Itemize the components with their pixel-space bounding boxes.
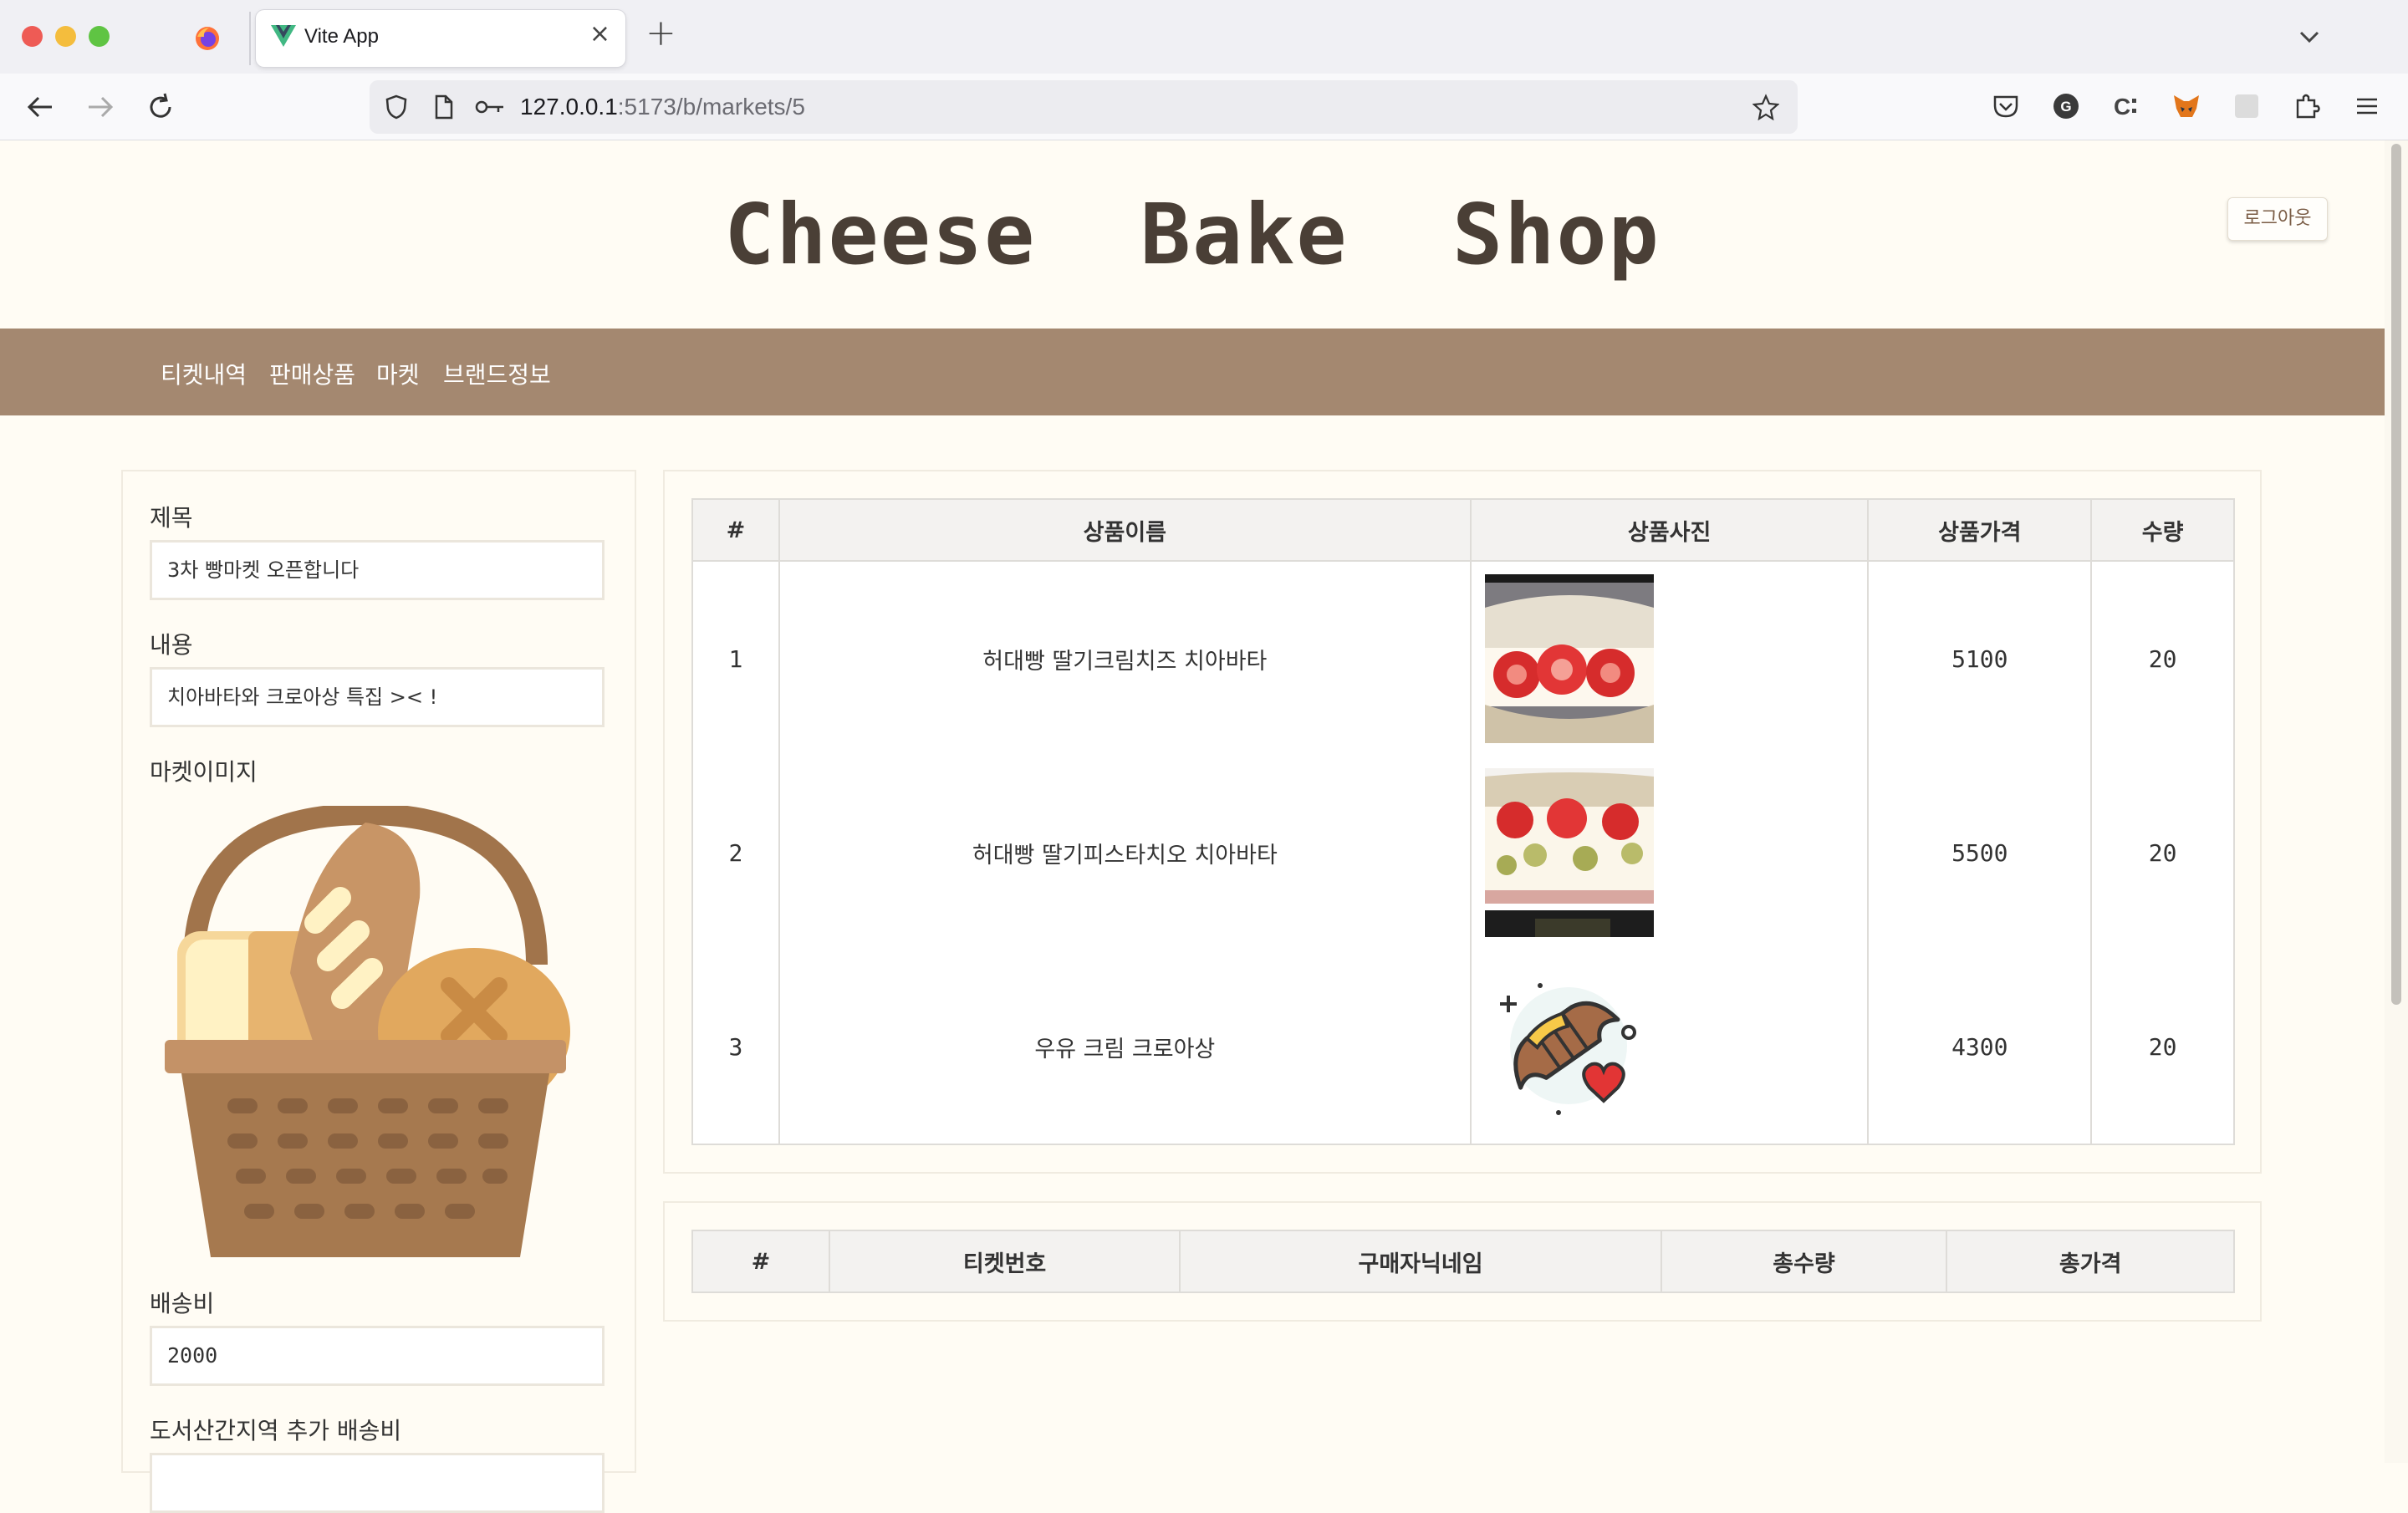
menu-item-products[interactable]: 판매상품: [269, 357, 355, 390]
chevron-down-icon[interactable]: [2294, 22, 2324, 52]
product-qty: 20: [2090, 950, 2235, 1145]
col-header-price: 상품가격: [1867, 498, 2093, 562]
product-photo-cell: [1469, 950, 1870, 1145]
market-image-label: 마켓이미지: [150, 758, 258, 786]
url-host: 127.0.0.1: [520, 94, 618, 120]
tab-vite-app[interactable]: Vite App ×: [256, 10, 625, 67]
row-no: 1: [691, 561, 780, 756]
product-table-card: # 상품이름 상품사진 상품가격 수량 1 허대빵 딸기크림치즈 치아바타 51…: [663, 470, 2262, 1174]
product-price: 5500: [1867, 756, 2093, 950]
menu-item-market[interactable]: 마켓: [376, 357, 420, 390]
forward-arrow-icon[interactable]: [84, 90, 117, 124]
reload-icon[interactable]: [144, 90, 177, 124]
product-photo: [1484, 574, 1654, 743]
tab-separator: [249, 12, 251, 65]
extension-c-icon[interactable]: C: [2110, 90, 2142, 122]
product-price: 4300: [1867, 950, 2093, 1145]
svg-text:G: G: [2060, 99, 2071, 115]
col-header-total-qty: 총수량: [1660, 1230, 1948, 1293]
svg-text:C: C: [2114, 94, 2130, 120]
product-photo-cell: [1469, 561, 1870, 756]
new-tab-button[interactable]: +: [645, 15, 676, 52]
tab-title: Vite App: [304, 25, 379, 48]
row-no: 3: [691, 950, 780, 1145]
ticket-table-card: # 티켓번호 구매자닉네임 총수량 총가격: [663, 1201, 2262, 1322]
grammarly-icon[interactable]: G: [2050, 90, 2082, 122]
metamask-fox-icon[interactable]: [2171, 90, 2202, 122]
page-icon[interactable]: [430, 94, 457, 120]
hamburger-menu-icon[interactable]: [2351, 90, 2383, 122]
product-qty: 20: [2090, 561, 2235, 756]
site-title: Cheese Bake Shop: [724, 186, 1661, 283]
menu-item-brand-info[interactable]: 브랜드정보: [443, 357, 551, 390]
product-photo: [1484, 768, 1654, 937]
minimize-window-button[interactable]: [55, 26, 76, 47]
col-header-no: #: [691, 1230, 830, 1293]
croissant-heart-icon: [1499, 983, 1636, 1115]
title-label: 제목: [150, 504, 193, 532]
url-path: :5173/b/markets/5: [617, 94, 805, 120]
col-header-buyer-nickname: 구매자닉네임: [1179, 1230, 1662, 1293]
product-name: 허대빵 딸기피스타치오 치아바타: [778, 756, 1472, 950]
bookmark-star-icon[interactable]: [1752, 94, 1779, 120]
island-shipping-fee-label: 도서산간지역 추가 배송비: [150, 1417, 402, 1444]
browser-navbar: 127.0.0.1:5173/b/markets/5 G C: [0, 74, 2408, 140]
ticket-table: # 티켓번호 구매자닉네임 총수량 총가격: [691, 1230, 2235, 1293]
market-form-panel: 제목 3차 빵마켓 오픈합니다 내용 치아바타와 크로아상 특집 >< ! 마켓…: [121, 470, 636, 1513]
address-bar[interactable]: 127.0.0.1:5173/b/markets/5: [370, 80, 1798, 134]
product-photo-cell: [1469, 756, 1870, 950]
back-arrow-icon[interactable]: [23, 90, 57, 124]
pocket-icon[interactable]: [1990, 90, 2022, 122]
col-header-name: 상품이름: [778, 498, 1472, 562]
product-table-header: # 상품이름 상품사진 상품가격 수량: [691, 498, 2235, 562]
col-header-ticket-number: 티켓번호: [828, 1230, 1181, 1293]
tab-close-icon[interactable]: ×: [589, 22, 610, 47]
extension-blank-icon[interactable]: [2231, 90, 2263, 122]
product-price: 5100: [1867, 561, 2093, 756]
key-icon[interactable]: [473, 94, 507, 120]
table-row[interactable]: 2 허대빵 딸기피스타치오 치아바타 5500 20: [691, 756, 2235, 950]
product-name: 허대빵 딸기크림치즈 치아바타: [778, 561, 1472, 756]
zoom-window-button[interactable]: [89, 26, 110, 47]
col-header-no: #: [691, 498, 780, 562]
page-scrollbar-thumb[interactable]: [2391, 144, 2401, 1005]
shield-icon[interactable]: [383, 94, 410, 120]
menu-item-tickets[interactable]: 티켓내역: [161, 357, 247, 390]
row-no: 2: [691, 756, 780, 950]
island-shipping-fee-input[interactable]: [150, 1453, 605, 1513]
ticket-table-header: # 티켓번호 구매자닉네임 총수량 총가격: [691, 1230, 2235, 1293]
browser-titlebar: Vite App × +: [0, 0, 2408, 74]
url-text[interactable]: 127.0.0.1:5173/b/markets/5: [520, 94, 805, 120]
col-header-photo: 상품사진: [1469, 498, 1870, 562]
title-input[interactable]: 3차 빵마켓 오픈합니다: [150, 540, 605, 600]
shipping-fee-label: 배송비: [150, 1290, 215, 1317]
col-header-qty: 수량: [2090, 498, 2235, 562]
main-menu-bar: 티켓내역 판매상품 마켓 브랜드정보: [0, 329, 2385, 415]
firefox-icon: [196, 27, 219, 50]
logout-button[interactable]: 로그아웃: [2227, 197, 2328, 241]
bread-basket-image: [165, 806, 570, 1257]
table-row[interactable]: 1 허대빵 딸기크림치즈 치아바타 5100 20: [691, 561, 2235, 756]
table-row[interactable]: 3 우유 크림 크로아상 4300 20: [691, 950, 2235, 1145]
col-header-total-price: 총가격: [1946, 1230, 2235, 1293]
extensions-puzzle-icon[interactable]: [2291, 90, 2323, 122]
firefox-tab[interactable]: [150, 10, 251, 67]
close-window-button[interactable]: [22, 26, 43, 47]
product-name: 우유 크림 크로아상: [778, 950, 1472, 1145]
shipping-fee-input[interactable]: 2000: [150, 1326, 605, 1386]
product-qty: 20: [2090, 756, 2235, 950]
content-label: 내용: [150, 631, 193, 659]
content-input[interactable]: 치아바타와 크로아상 특집 >< !: [150, 667, 605, 727]
vue-logo-icon: [271, 25, 296, 47]
product-table: # 상품이름 상품사진 상품가격 수량 1 허대빵 딸기크림치즈 치아바타 51…: [691, 498, 2235, 1145]
